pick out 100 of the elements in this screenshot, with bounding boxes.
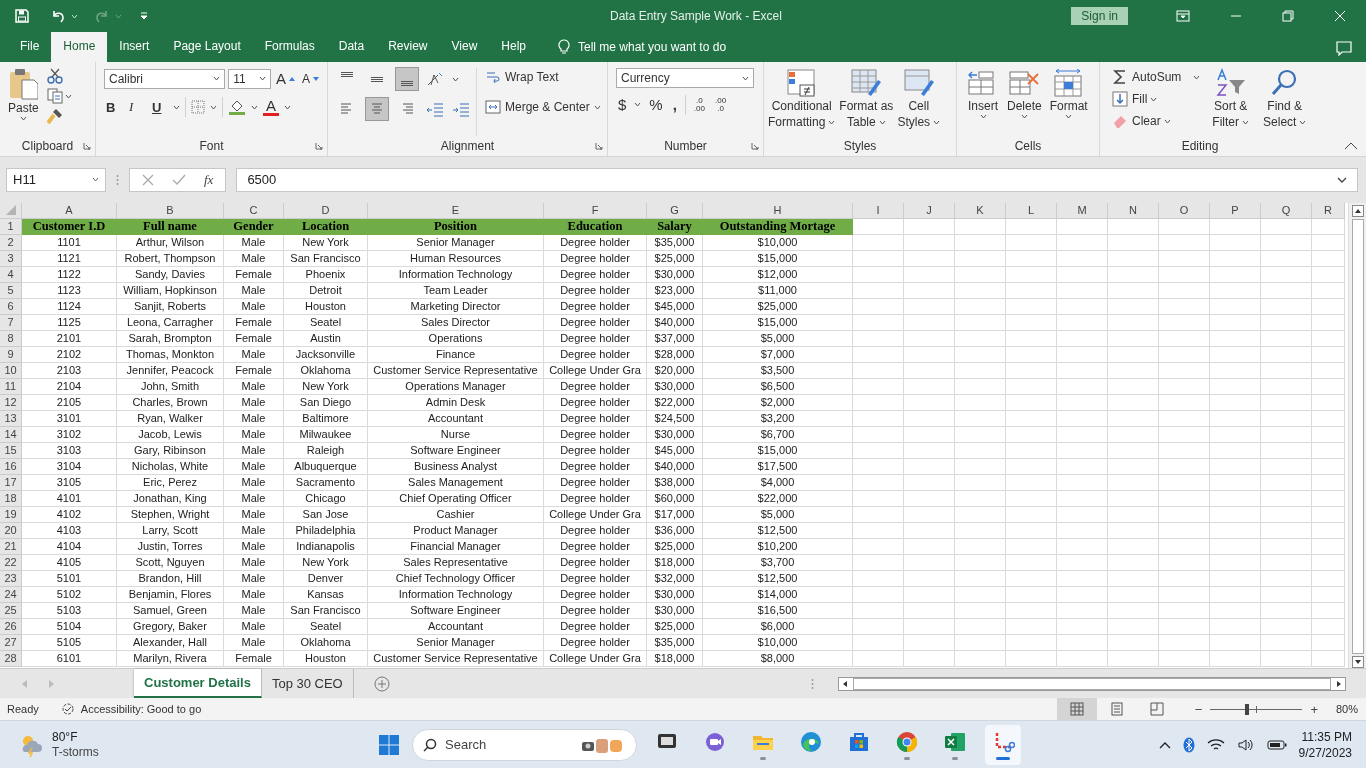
empty-cell[interactable] xyxy=(1006,378,1057,395)
empty-cell[interactable] xyxy=(1261,426,1312,443)
format-as-table-button[interactable]: Format as Table xyxy=(837,68,896,136)
empty-cell[interactable] xyxy=(1159,490,1210,507)
font-name-dropdown[interactable]: Calibri xyxy=(104,68,226,89)
empty-cell[interactable] xyxy=(955,506,1006,523)
empty-cell[interactable] xyxy=(1006,538,1057,555)
empty-cell[interactable] xyxy=(1159,442,1210,459)
empty-cell[interactable] xyxy=(1261,442,1312,459)
empty-cell[interactable] xyxy=(1210,570,1261,587)
empty-cell[interactable] xyxy=(853,538,904,555)
empty-cell[interactable] xyxy=(1159,586,1210,603)
empty-cell[interactable] xyxy=(853,394,904,411)
empty-cell[interactable] xyxy=(1108,458,1159,475)
empty-cell[interactable] xyxy=(1210,266,1261,283)
empty-cell[interactable] xyxy=(1006,362,1057,379)
expand-icon[interactable] xyxy=(1337,176,1347,183)
empty-cell[interactable] xyxy=(1261,586,1312,603)
caret-icon[interactable] xyxy=(878,119,886,125)
empty-cell[interactable] xyxy=(1108,602,1159,619)
show-hidden-icons-icon[interactable] xyxy=(1158,740,1171,749)
empty-cell[interactable] xyxy=(1006,314,1057,331)
empty-cell[interactable] xyxy=(1210,490,1261,507)
empty-cell[interactable] xyxy=(955,250,1006,267)
cancel-icon[interactable] xyxy=(142,173,154,186)
empty-cell[interactable] xyxy=(904,394,955,411)
empty-cell[interactable] xyxy=(1159,410,1210,427)
empty-cell[interactable] xyxy=(1057,602,1108,619)
empty-cell[interactable] xyxy=(1108,474,1159,491)
empty-cell[interactable] xyxy=(904,634,955,651)
splitter-icon[interactable] xyxy=(811,677,814,690)
empty-cell[interactable] xyxy=(1210,522,1261,539)
empty-cell[interactable] xyxy=(1108,250,1159,267)
empty-cell[interactable] xyxy=(955,522,1006,539)
empty-cell[interactable] xyxy=(1261,602,1312,619)
empty-cell[interactable] xyxy=(1210,618,1261,635)
name-box[interactable]: H11 xyxy=(6,167,106,192)
caret-icon[interactable] xyxy=(258,76,266,81)
start-icon[interactable] xyxy=(378,733,400,756)
empty-cell[interactable] xyxy=(1159,362,1210,379)
empty-cell[interactable] xyxy=(1057,634,1108,651)
conditional-formatting-button[interactable]: Conditional Formatting xyxy=(766,68,838,136)
number-format-dropdown[interactable]: Currency xyxy=(616,68,754,88)
empty-cell[interactable] xyxy=(904,506,955,523)
empty-cell[interactable] xyxy=(1057,218,1108,235)
autosum-button[interactable]: AutoSum xyxy=(1112,68,1182,86)
empty-cell[interactable] xyxy=(1312,266,1345,283)
empty-cell[interactable] xyxy=(955,314,1006,331)
clear-button[interactable]: Clear xyxy=(1112,112,1161,130)
ribbon-tab[interactable]: Insert xyxy=(107,32,162,62)
empty-cell[interactable] xyxy=(853,346,904,363)
empty-cell[interactable] xyxy=(1108,410,1159,427)
caret-icon[interactable] xyxy=(933,119,941,125)
empty-cell[interactable] xyxy=(1108,426,1159,443)
empty-cell[interactable] xyxy=(1006,234,1057,251)
empty-cell[interactable] xyxy=(1057,362,1108,379)
empty-cell[interactable] xyxy=(955,490,1006,507)
empty-cell[interactable] xyxy=(1312,522,1345,539)
empty-cell[interactable] xyxy=(1006,506,1057,523)
bottom-align-button[interactable] xyxy=(396,68,418,90)
empty-cell[interactable] xyxy=(1312,426,1345,443)
empty-cell[interactable] xyxy=(1312,234,1345,251)
check-icon[interactable] xyxy=(172,173,186,186)
decrease-indent-icon[interactable] xyxy=(426,101,444,117)
increase-indent-icon[interactable] xyxy=(452,101,470,117)
empty-cell[interactable] xyxy=(1057,394,1108,411)
empty-cell[interactable] xyxy=(1159,650,1210,667)
ribbon-tab[interactable]: Review xyxy=(376,32,440,62)
empty-cell[interactable] xyxy=(853,586,904,603)
empty-cell[interactable] xyxy=(1108,314,1159,331)
empty-cell[interactable] xyxy=(955,346,1006,363)
empty-cell[interactable] xyxy=(853,570,904,587)
empty-cell[interactable] xyxy=(1108,506,1159,523)
empty-cell[interactable] xyxy=(1108,218,1159,235)
scroll-down-icon[interactable] xyxy=(1351,656,1364,669)
insert-button[interactable]: Insert xyxy=(965,68,1001,136)
empty-cell[interactable] xyxy=(955,282,1006,299)
sheet-tab[interactable]: Customer Details xyxy=(134,669,262,699)
customize-icon[interactable] xyxy=(140,12,148,20)
font-color-button[interactable]: A xyxy=(263,98,279,116)
dialog-launcher-icon[interactable] xyxy=(751,141,759,150)
fill-button[interactable]: Fill xyxy=(1112,90,1148,108)
normal-view-button[interactable] xyxy=(1056,698,1097,721)
add-sheet-icon[interactable] xyxy=(373,675,390,692)
empty-cell[interactable] xyxy=(853,602,904,619)
empty-cell[interactable] xyxy=(1108,442,1159,459)
zoom-slider-thumb[interactable] xyxy=(1245,703,1250,715)
ribbon-tab[interactable]: Home xyxy=(51,32,108,62)
caret-icon[interactable] xyxy=(1065,114,1073,119)
empty-cell[interactable] xyxy=(1006,570,1057,587)
ribbon-tab[interactable]: Help xyxy=(489,32,538,62)
wifi-icon[interactable] xyxy=(1206,737,1225,752)
decrease-decimal-button[interactable]: .00 .0 xyxy=(713,96,729,113)
empty-cell[interactable] xyxy=(1261,394,1312,411)
empty-cell[interactable] xyxy=(904,234,955,251)
caret-icon[interactable] xyxy=(593,104,601,110)
comments-icon[interactable] xyxy=(1336,41,1352,56)
empty-cell[interactable] xyxy=(853,250,904,267)
empty-cell[interactable] xyxy=(1159,218,1210,235)
caret-icon[interactable] xyxy=(1163,118,1171,124)
